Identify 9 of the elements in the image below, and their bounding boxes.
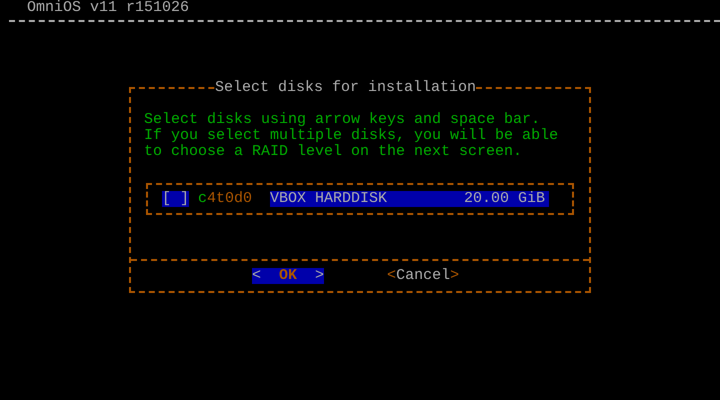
disk-model: VBOX HARDDISK bbox=[270, 191, 388, 207]
disk-device: c4t0d0 bbox=[198, 191, 252, 207]
os-version-title: OmniOS v11 r151026 bbox=[26, 0, 190, 16]
disk-list-item[interactable]: VBOX HARDDISK 20.00 GiB bbox=[270, 191, 549, 207]
dialog-button[interactable]: <Cancel> bbox=[387, 268, 460, 284]
instructions-text: Select disks using arrow keys and space bar. If you select multiple disks, you will be able to choose a RAID level on the next screen. bbox=[144, 112, 560, 160]
disk-checkbox[interactable]: [ ] bbox=[162, 191, 189, 207]
disk-size: 20.00 GiB bbox=[464, 191, 545, 207]
dialog-button[interactable]: < OK > bbox=[252, 268, 324, 284]
